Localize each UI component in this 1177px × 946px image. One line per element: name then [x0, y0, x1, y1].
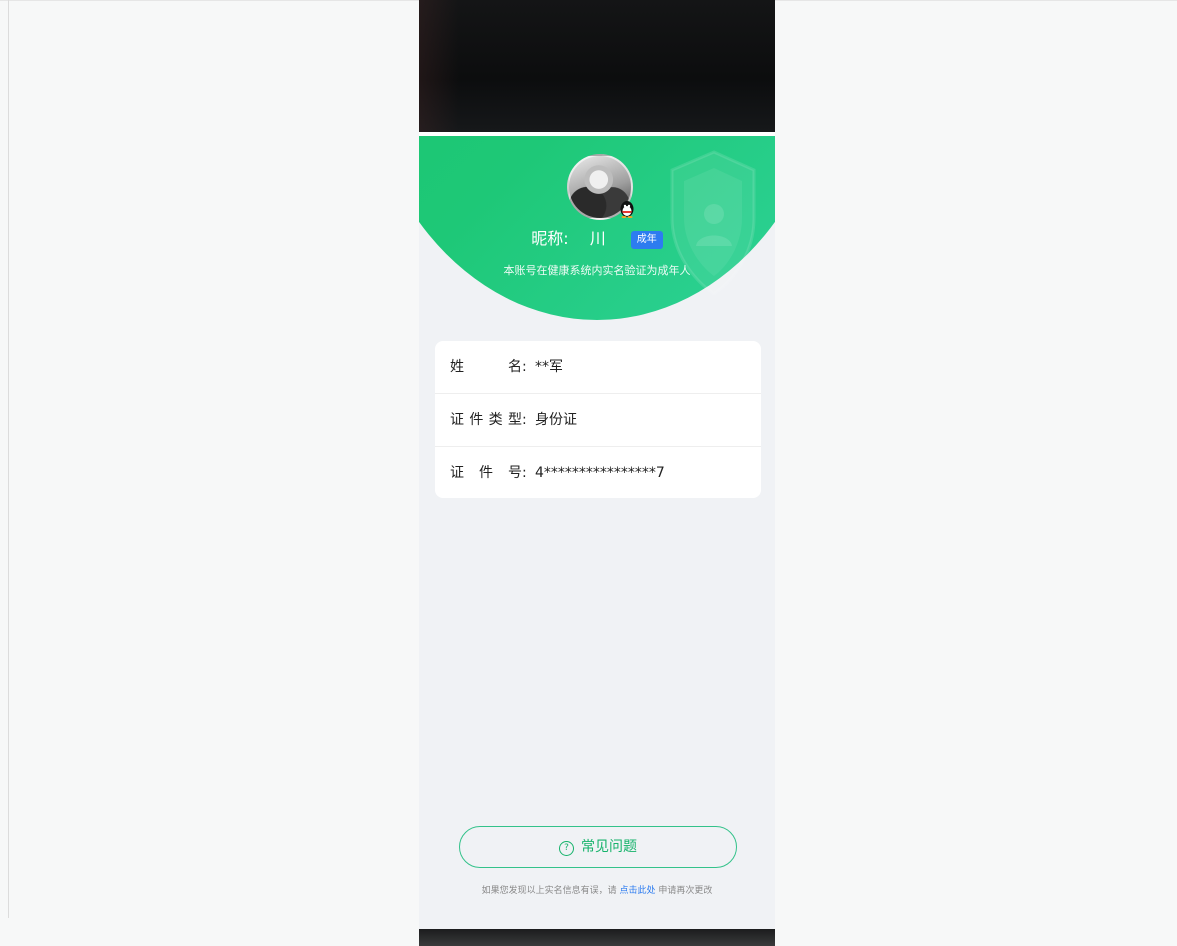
- qq-icon: [620, 201, 634, 218]
- video-preview-bottom: [419, 929, 775, 946]
- colon: :: [522, 465, 527, 481]
- nickname-row: 昵称: 川 成年: [419, 228, 775, 250]
- nickname-value: 川: [589, 229, 606, 248]
- info-row-id-number: 证件号 : 4****************7: [435, 447, 761, 498]
- colon: :: [522, 412, 527, 428]
- mobile-viewport: 昵称: 川 成年 本账号在健康系统内实名验证为成年人 姓名 : **军 证件类型…: [419, 0, 775, 946]
- age-badge: 成年: [630, 231, 663, 249]
- question-circle-icon: ?: [559, 841, 574, 856]
- name-value: **军: [535, 359, 563, 375]
- video-preview-top: [419, 0, 775, 132]
- id-type-label: 证件类型: [450, 412, 522, 428]
- faq-button[interactable]: ? 常见问题: [459, 826, 737, 868]
- nickname-label: 昵称:: [531, 229, 569, 248]
- info-row-id-type: 证件类型 : 身份证: [435, 394, 761, 447]
- id-number-value: 4****************7: [535, 465, 665, 481]
- notice-text-before: 如果您发现以上实名信息有误，请: [481, 886, 617, 896]
- faq-button-label: 常见问题: [581, 839, 637, 855]
- name-label: 姓名: [450, 359, 522, 375]
- notice-text-after: 申请再次更改: [658, 886, 713, 896]
- id-type-value: 身份证: [535, 412, 577, 428]
- id-number-label: 证件号: [450, 465, 522, 481]
- info-row-name: 姓名 : **军: [435, 341, 761, 394]
- colon: :: [522, 359, 527, 375]
- correction-notice: 如果您发现以上实名信息有误，请 点击此处 申请再次更改: [419, 883, 775, 896]
- identity-card: 姓名 : **军 证件类型 : 身份证 证件号 : 4*************…: [435, 341, 761, 498]
- profile-header: 昵称: 川 成年 本账号在健康系统内实名验证为成年人: [419, 136, 775, 321]
- window-left-border: [8, 0, 9, 918]
- verification-status-text: 本账号在健康系统内实名验证为成年人: [503, 264, 691, 277]
- click-here-link[interactable]: 点击此处: [619, 886, 655, 896]
